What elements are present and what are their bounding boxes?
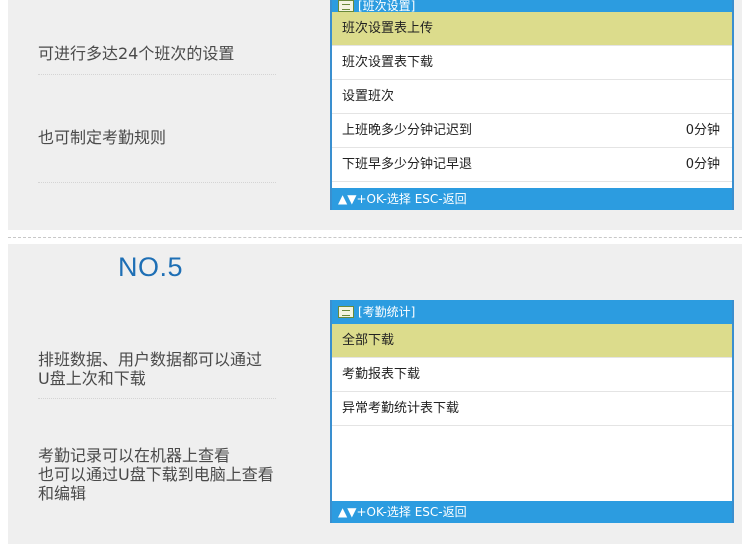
screen-title: [班次设置] xyxy=(358,0,416,13)
menu-item-value: 0分钟 xyxy=(685,157,720,172)
shift-capacity-text: 可进行多达24个班次的设置 xyxy=(38,44,235,63)
menu-item-early-leave-threshold[interactable]: 下班早多少分钟记早退 0分钟 xyxy=(332,148,732,182)
menu-item-label: 班次设置表上传 xyxy=(342,21,434,36)
menu-item-label: 全部下载 xyxy=(342,333,395,348)
screen-key-hint: ▲▼+OK-选择 ESC-返回 xyxy=(332,501,732,523)
menu-item-label: 班次设置表下载 xyxy=(342,55,434,70)
menu-item-download-exception-report[interactable]: 异常考勤统计表下载 xyxy=(332,392,732,426)
screen-key-hint: ▲▼+OK-选择 ESC-返回 xyxy=(332,188,732,210)
menu-item-set-shift[interactable]: 设置班次 xyxy=(332,80,732,114)
screen-title-bar: [考勤统计] xyxy=(332,300,732,324)
menu-item-upload-shift-table[interactable]: 班次设置表上传 xyxy=(332,12,732,46)
screen-title-bar: [班次设置] xyxy=(332,0,732,12)
usb-transfer-text: 排班数据、用户数据都可以通过 U盘上次和下载 xyxy=(38,350,263,388)
settings-icon xyxy=(338,0,354,12)
text-underline xyxy=(38,398,276,399)
menu-item-label: 上班晚多少分钟记迟到 xyxy=(342,123,473,138)
section-number-heading: NO.5 xyxy=(118,252,184,282)
menu-item-label: 考勤报表下载 xyxy=(342,367,421,382)
section-divider xyxy=(8,237,742,238)
attendance-rule-text: 也可制定考勤规则 xyxy=(38,128,167,147)
text-underline xyxy=(38,74,276,75)
menu-item-download-all[interactable]: 全部下载 xyxy=(332,324,732,358)
menu-item-late-threshold[interactable]: 上班晚多少分钟记迟到 0分钟 xyxy=(332,114,732,148)
report-icon xyxy=(338,306,354,318)
menu-item-value: 0分钟 xyxy=(685,123,720,138)
menu-item-label: 设置班次 xyxy=(342,89,395,104)
menu-item-download-attendance-report[interactable]: 考勤报表下载 xyxy=(332,358,732,392)
menu-item-label: 下班早多少分钟记早退 xyxy=(342,157,473,172)
attendance-record-text: 考勤记录可以在机器上查看 也可以通过U盘下载到电脑上查看 和编辑 xyxy=(38,446,274,503)
menu-item-label: 异常考勤统计表下载 xyxy=(342,401,460,416)
shift-settings-screen: [班次设置] 班次设置表上传 班次设置表下载 设置班次 上班晚多少分钟记迟到 0… xyxy=(330,0,734,210)
menu-item-download-shift-table[interactable]: 班次设置表下载 xyxy=(332,46,732,80)
attendance-stats-screen: [考勤统计] 全部下载 考勤报表下载 异常考勤统计表下载 ▲▼+OK-选择 ES… xyxy=(330,300,734,523)
screen-title: [考勤统计] xyxy=(358,305,416,319)
text-underline xyxy=(38,182,276,183)
